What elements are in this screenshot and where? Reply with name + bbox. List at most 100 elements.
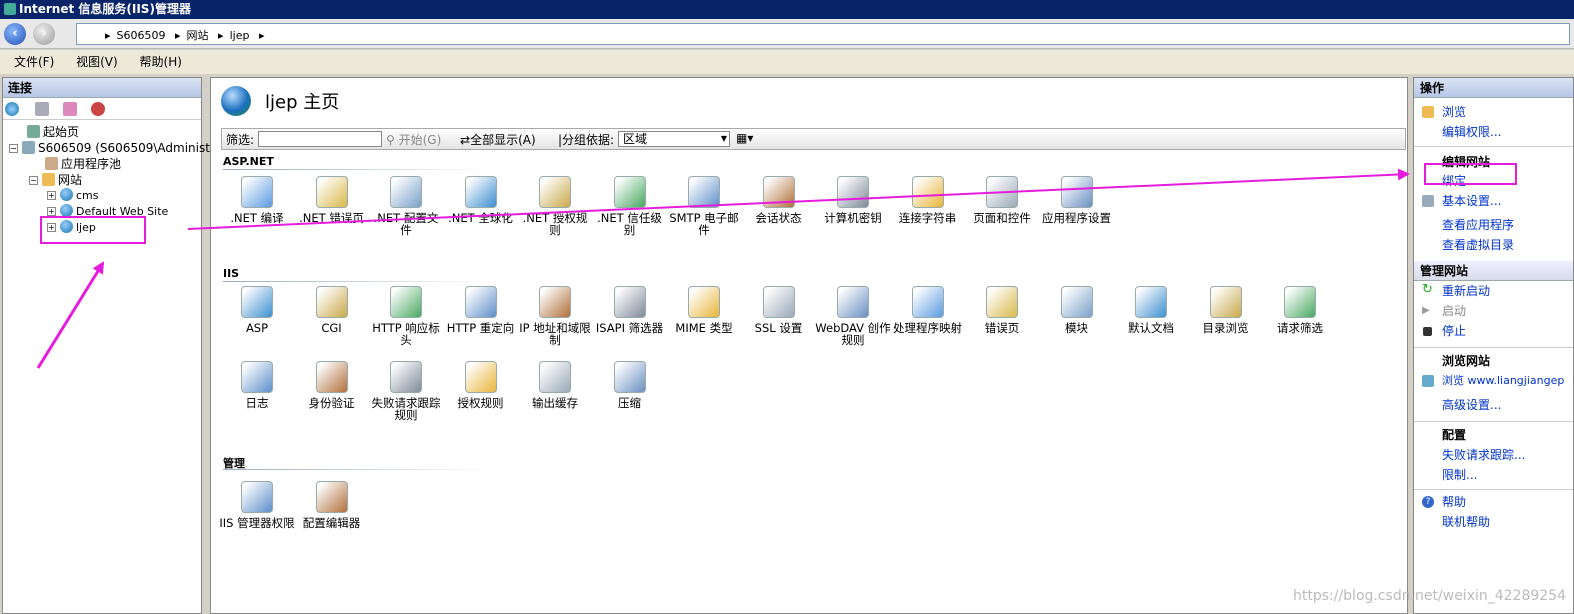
connections-header: 连接	[3, 78, 201, 98]
feature-1-20[interactable]: 压缩	[592, 361, 668, 409]
back-button[interactable]: ‹	[4, 23, 26, 45]
action-browse[interactable]: 浏览	[1414, 102, 1573, 122]
feature-1-5[interactable]: ISAPI 筛选器	[592, 286, 668, 334]
action-restart[interactable]: ↻ 重新启动	[1414, 281, 1573, 301]
folder-icon	[1422, 106, 1434, 118]
feature-label: 身份验证	[308, 396, 355, 410]
action-browse-url[interactable]: 浏览 www.liangjiangep	[1414, 371, 1573, 391]
feature-1-0[interactable]: ASP	[219, 286, 295, 334]
connect-icon[interactable]	[5, 102, 19, 116]
group-configure: 配置	[1414, 421, 1573, 445]
action-online-help[interactable]: 联机帮助	[1414, 512, 1573, 532]
feature-1-4[interactable]: IP 地址和域限制	[517, 286, 593, 346]
tree-item-start-page[interactable]: 起始页	[27, 124, 79, 140]
view-icon[interactable]: ▦▾	[736, 131, 753, 145]
expand-icon[interactable]: +	[47, 191, 56, 200]
feature-1-19[interactable]: 输出缓存	[517, 361, 593, 409]
feature-0-7[interactable]: 会话状态	[741, 176, 817, 224]
feature-0-8[interactable]: 计算机密钥	[815, 176, 891, 224]
section-aspnet: ASP.NET	[223, 155, 523, 170]
tree-item-sites[interactable]: − 网站	[29, 172, 82, 188]
feature-1-17[interactable]: 失败请求跟踪规则	[368, 361, 444, 421]
group-by-select[interactable]: 区域 ▼	[618, 131, 730, 147]
action-failed-request-tracing[interactable]: 失败请求跟踪...	[1414, 445, 1573, 465]
group-manage-site: 管理网站	[1414, 261, 1573, 281]
action-view-virtual-dirs[interactable]: 查看虚拟目录	[1414, 235, 1573, 255]
feature-label: 失败请求跟踪规则	[371, 396, 441, 422]
watermark: https://blog.csdn.net/weixin_42289254	[1292, 588, 1566, 604]
menu-file[interactable]: 文件(F)	[14, 50, 54, 74]
feature-icon	[315, 361, 348, 393]
feature-icon	[613, 286, 646, 318]
feature-icon	[1135, 286, 1167, 318]
feature-0-11[interactable]: 应用程序设置	[1039, 176, 1115, 224]
feature-0-10[interactable]: 页面和控件	[964, 176, 1040, 224]
feature-icon	[762, 176, 795, 208]
help-icon: ?	[1422, 496, 1434, 508]
action-edit-permissions[interactable]: 编辑权限...	[1414, 122, 1573, 142]
feature-0-6[interactable]: SMTP 电子邮件	[666, 176, 742, 236]
feature-label: 处理程序映射	[893, 321, 962, 335]
feature-0-9[interactable]: 连接字符串	[890, 176, 966, 224]
feature-icon	[837, 286, 869, 318]
action-basic-settings[interactable]: 基本设置...	[1414, 191, 1573, 211]
feature-icon	[241, 176, 273, 208]
tree-item-cms[interactable]: + cms	[47, 188, 99, 204]
action-view-applications[interactable]: 查看应用程序	[1414, 215, 1573, 235]
feature-1-10[interactable]: 错误页	[964, 286, 1040, 334]
feature-1-18[interactable]: 授权规则	[443, 361, 519, 409]
section-iis: IIS	[223, 267, 523, 282]
action-advanced-settings[interactable]: 高级设置...	[1414, 395, 1573, 415]
settings-icon	[1422, 195, 1434, 207]
feature-1-1[interactable]: CGI	[294, 286, 370, 334]
title-bar: Internet 信息服务(IIS)管理器	[0, 0, 1574, 19]
feature-1-9[interactable]: 处理程序映射	[890, 286, 966, 334]
breadcrumb-sites[interactable]: 网站	[187, 29, 209, 42]
menu-view[interactable]: 视图(V)	[76, 50, 118, 74]
action-stop[interactable]: 停止	[1414, 321, 1573, 341]
filter-input[interactable]	[258, 131, 382, 147]
feature-1-2[interactable]: HTTP 响应标头	[368, 286, 444, 346]
address-bar[interactable]: ▸ S606509 ▸ 网站 ▸ ljep ▸	[76, 23, 1570, 45]
feature-0-2[interactable]: .NET 配置文件	[368, 176, 444, 236]
collapse-icon[interactable]: −	[29, 176, 38, 185]
feature-1-8[interactable]: WebDAV 创作规则	[815, 286, 891, 346]
show-all-button[interactable]: ⇄全部显示(A)	[460, 131, 536, 148]
tree-item-app-pools[interactable]: 应用程序池	[45, 156, 121, 172]
feature-1-3[interactable]: HTTP 重定向	[443, 286, 519, 334]
menu-help[interactable]: 帮助(H)	[140, 50, 182, 74]
action-limits[interactable]: 限制...	[1414, 465, 1573, 485]
feature-label: MIME 类型	[675, 321, 733, 335]
start-filter-button[interactable]: ⚲ 开始(G)	[386, 131, 441, 148]
tree-item-server[interactable]: − S606509 (S606509\Administr	[9, 140, 215, 156]
feature-1-16[interactable]: 身份验证	[294, 361, 370, 409]
save-icon[interactable]	[35, 102, 49, 116]
feature-1-14[interactable]: 请求筛选	[1262, 286, 1338, 334]
feature-2-0[interactable]: IIS 管理器权限	[219, 481, 295, 529]
feature-0-5[interactable]: .NET 信任级别	[592, 176, 668, 236]
feature-0-3[interactable]: .NET 全球化	[443, 176, 519, 224]
feature-0-0[interactable]: .NET 编译	[219, 176, 295, 224]
expand-icon[interactable]: +	[47, 207, 56, 216]
feature-1-7[interactable]: SSL 设置	[741, 286, 817, 334]
feature-1-6[interactable]: MIME 类型	[666, 286, 742, 334]
breadcrumb-ljep[interactable]: ljep	[230, 29, 250, 42]
feature-0-1[interactable]: .NET 错误页	[294, 176, 370, 224]
feature-1-12[interactable]: 默认文档	[1113, 286, 1189, 334]
up-icon[interactable]	[63, 102, 77, 116]
feature-label: 连接字符串	[898, 211, 957, 225]
forward-button[interactable]: ›	[33, 23, 55, 45]
action-help[interactable]: ? 帮助	[1414, 492, 1573, 512]
feature-icon	[390, 361, 422, 393]
feature-1-15[interactable]: 日志	[219, 361, 295, 409]
feature-1-11[interactable]: 模块	[1039, 286, 1115, 334]
action-start[interactable]: ▶ 启动	[1414, 301, 1573, 321]
browse-icon	[1422, 375, 1434, 387]
feature-label: 配置编辑器	[302, 516, 361, 530]
feature-0-4[interactable]: .NET 授权规则	[517, 176, 593, 236]
collapse-icon[interactable]: −	[9, 144, 18, 153]
breadcrumb-server[interactable]: S606509	[117, 29, 166, 42]
feature-1-13[interactable]: 目录浏览	[1188, 286, 1264, 334]
feature-2-1[interactable]: 配置编辑器	[294, 481, 370, 529]
disconnect-icon[interactable]	[91, 102, 105, 116]
